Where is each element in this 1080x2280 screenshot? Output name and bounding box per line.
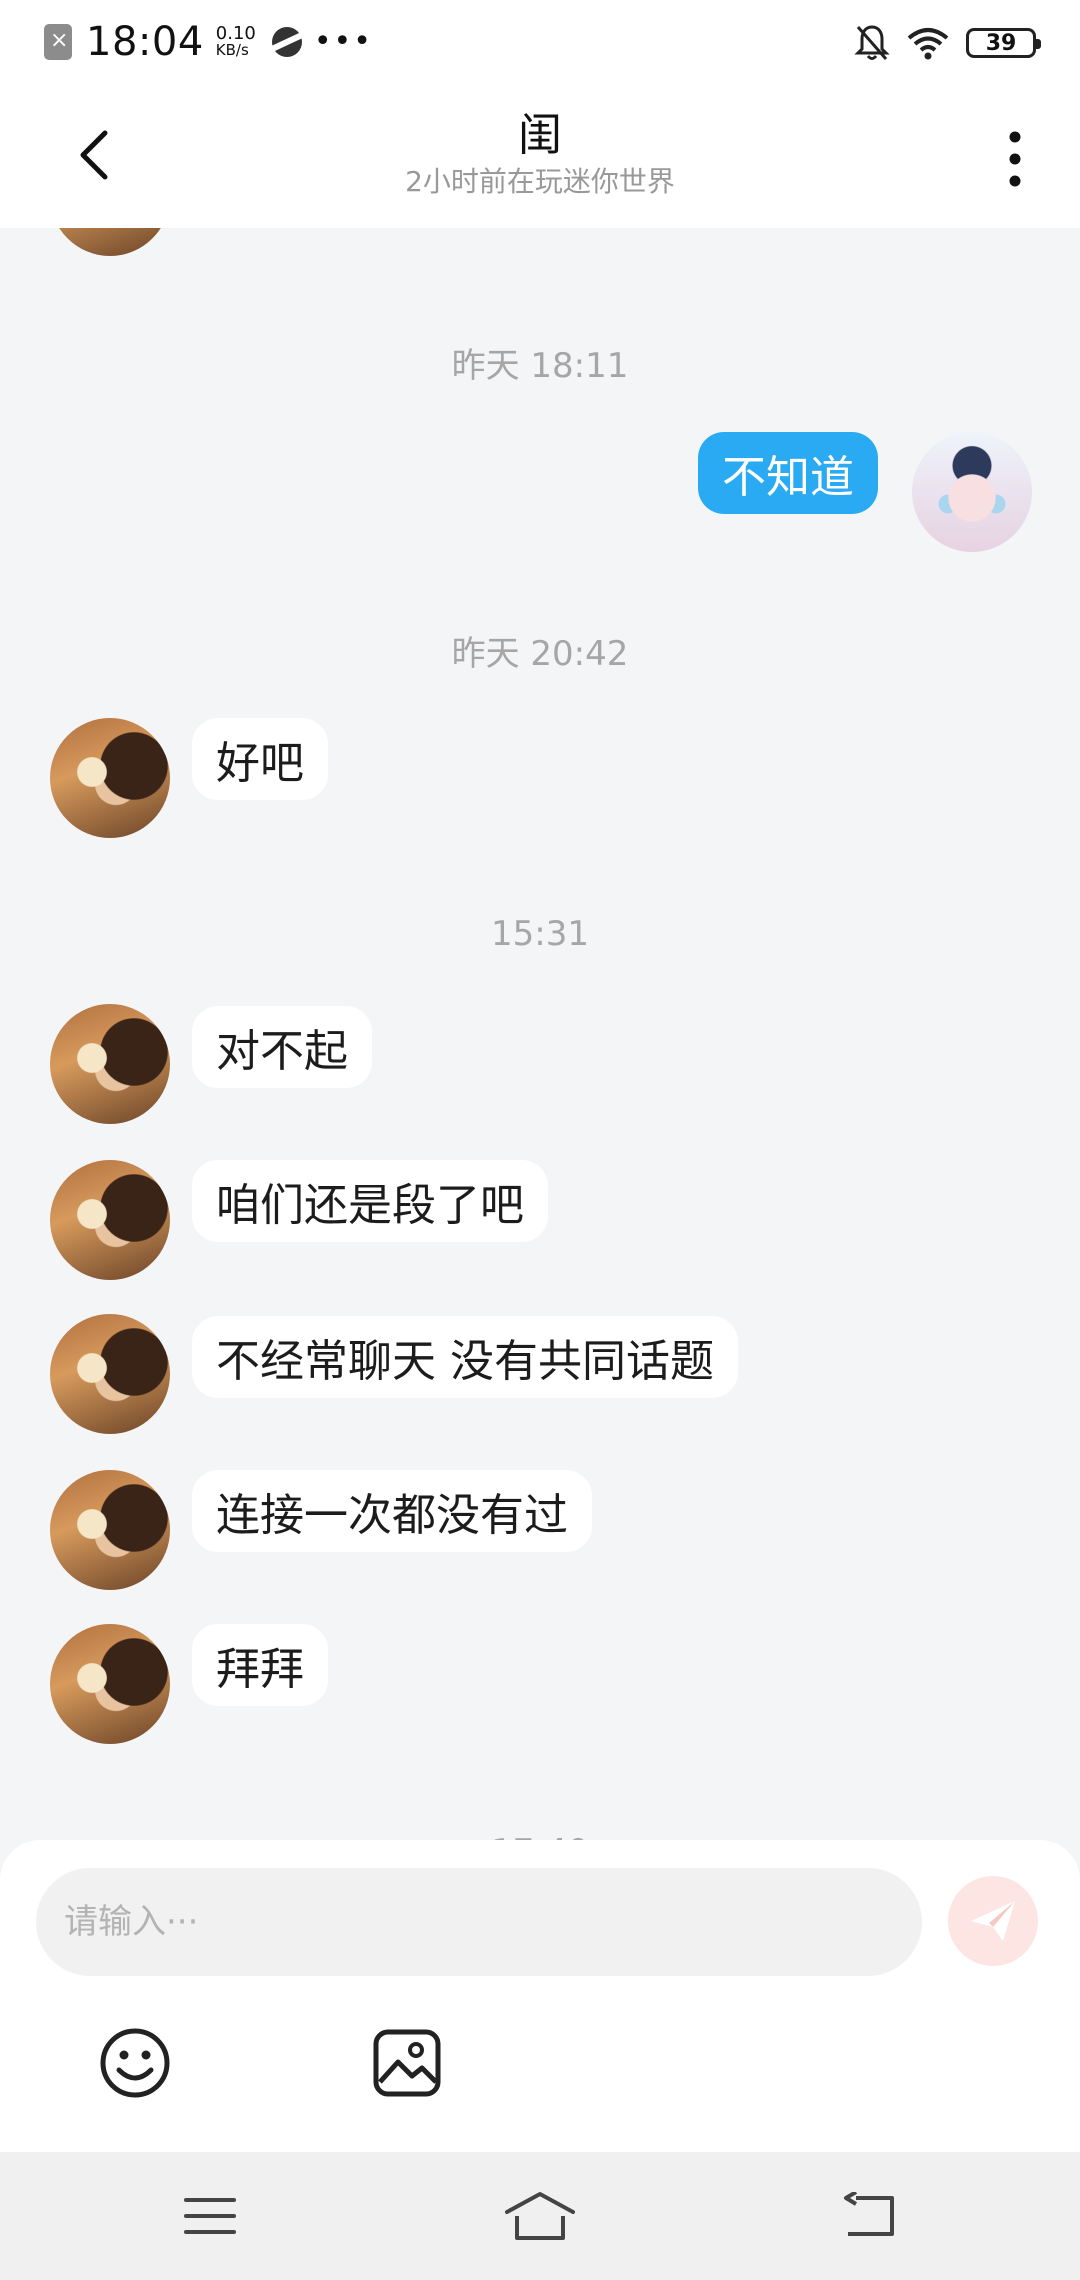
status-bar: 18:04 0.10 KB/s ••• 39	[0, 0, 1080, 84]
composer-panel	[0, 1840, 1080, 2152]
more-notifications-icon: •••	[313, 24, 373, 59]
battery-level: 39	[985, 30, 1017, 56]
message-bubble[interactable]: 拜拜	[192, 1624, 328, 1706]
contact-avatar[interactable]	[50, 1160, 170, 1280]
wifi-icon	[907, 28, 949, 60]
message-bubble[interactable]: 对不起	[192, 1006, 372, 1088]
contact-avatar[interactable]	[50, 1004, 170, 1124]
send-button[interactable]	[948, 1876, 1038, 1966]
back-arrow-icon	[844, 2192, 894, 2236]
more-vertical-icon	[1009, 131, 1021, 187]
contact-avatar[interactable]	[50, 718, 170, 838]
network-speed: 0.10 KB/s	[216, 25, 256, 59]
nav-menu-button[interactable]	[170, 2186, 250, 2246]
menu-icon	[184, 2198, 236, 2234]
timestamp: 昨天 18:11	[451, 346, 629, 386]
contact-avatar[interactable]	[50, 1624, 170, 1744]
battery-indicator: 39	[966, 28, 1041, 58]
message-list[interactable]: 昨天 18:11 不知道 昨天 20:42 好吧 15:31 对不起 咱们还是段…	[0, 228, 1080, 1840]
message-bubble[interactable]: 咱们还是段了吧	[192, 1160, 548, 1242]
image-icon	[373, 2029, 441, 2097]
image-button[interactable]	[370, 2026, 444, 2100]
message-bubble-self[interactable]: 不知道	[698, 432, 878, 514]
contact-name: 闺	[518, 110, 562, 161]
self-avatar[interactable]	[912, 432, 1032, 552]
status-time: 18:04	[86, 19, 204, 65]
paper-plane-icon	[971, 1901, 1015, 1941]
message-input[interactable]	[36, 1868, 922, 1976]
status-right: 39	[854, 22, 1041, 64]
home-icon	[505, 2192, 575, 2240]
timestamp: 昨天 20:42	[451, 634, 629, 674]
no-sim-icon	[44, 24, 72, 60]
header-title-group: 闺 2小时前在玩迷你世界	[0, 110, 1080, 202]
chat-header: 闺 2小时前在玩迷你世界	[0, 84, 1080, 228]
chat-screen: 18:04 0.10 KB/s ••• 39	[0, 0, 1080, 2280]
network-speed-unit: KB/s	[215, 41, 249, 59]
smiley-icon	[100, 2028, 170, 2098]
contact-status: 2小时前在玩迷你世界	[405, 165, 675, 198]
system-nav-bar	[0, 2152, 1080, 2280]
contact-avatar[interactable]	[50, 1314, 170, 1434]
message-bubble[interactable]: 好吧	[192, 718, 328, 800]
emoji-button[interactable]	[98, 2026, 172, 2100]
network-speed-value: 0.10	[215, 23, 256, 44]
nav-back-button[interactable]	[830, 2186, 910, 2246]
timestamp: 15:31	[491, 914, 589, 954]
contact-avatar[interactable]	[50, 1470, 170, 1590]
status-left: 18:04 0.10 KB/s •••	[44, 19, 373, 65]
bell-muted-icon	[854, 25, 890, 60]
message-bubble[interactable]: 不经常聊天 没有共同话题	[192, 1316, 738, 1398]
nav-home-button[interactable]	[500, 2186, 580, 2246]
message-bubble[interactable]: 连接一次都没有过	[192, 1470, 592, 1552]
avatar[interactable]	[50, 228, 170, 256]
more-options-button[interactable]	[990, 124, 1040, 194]
planet-icon	[271, 27, 302, 57]
timestamp: 17:40	[0, 1822, 1080, 1840]
